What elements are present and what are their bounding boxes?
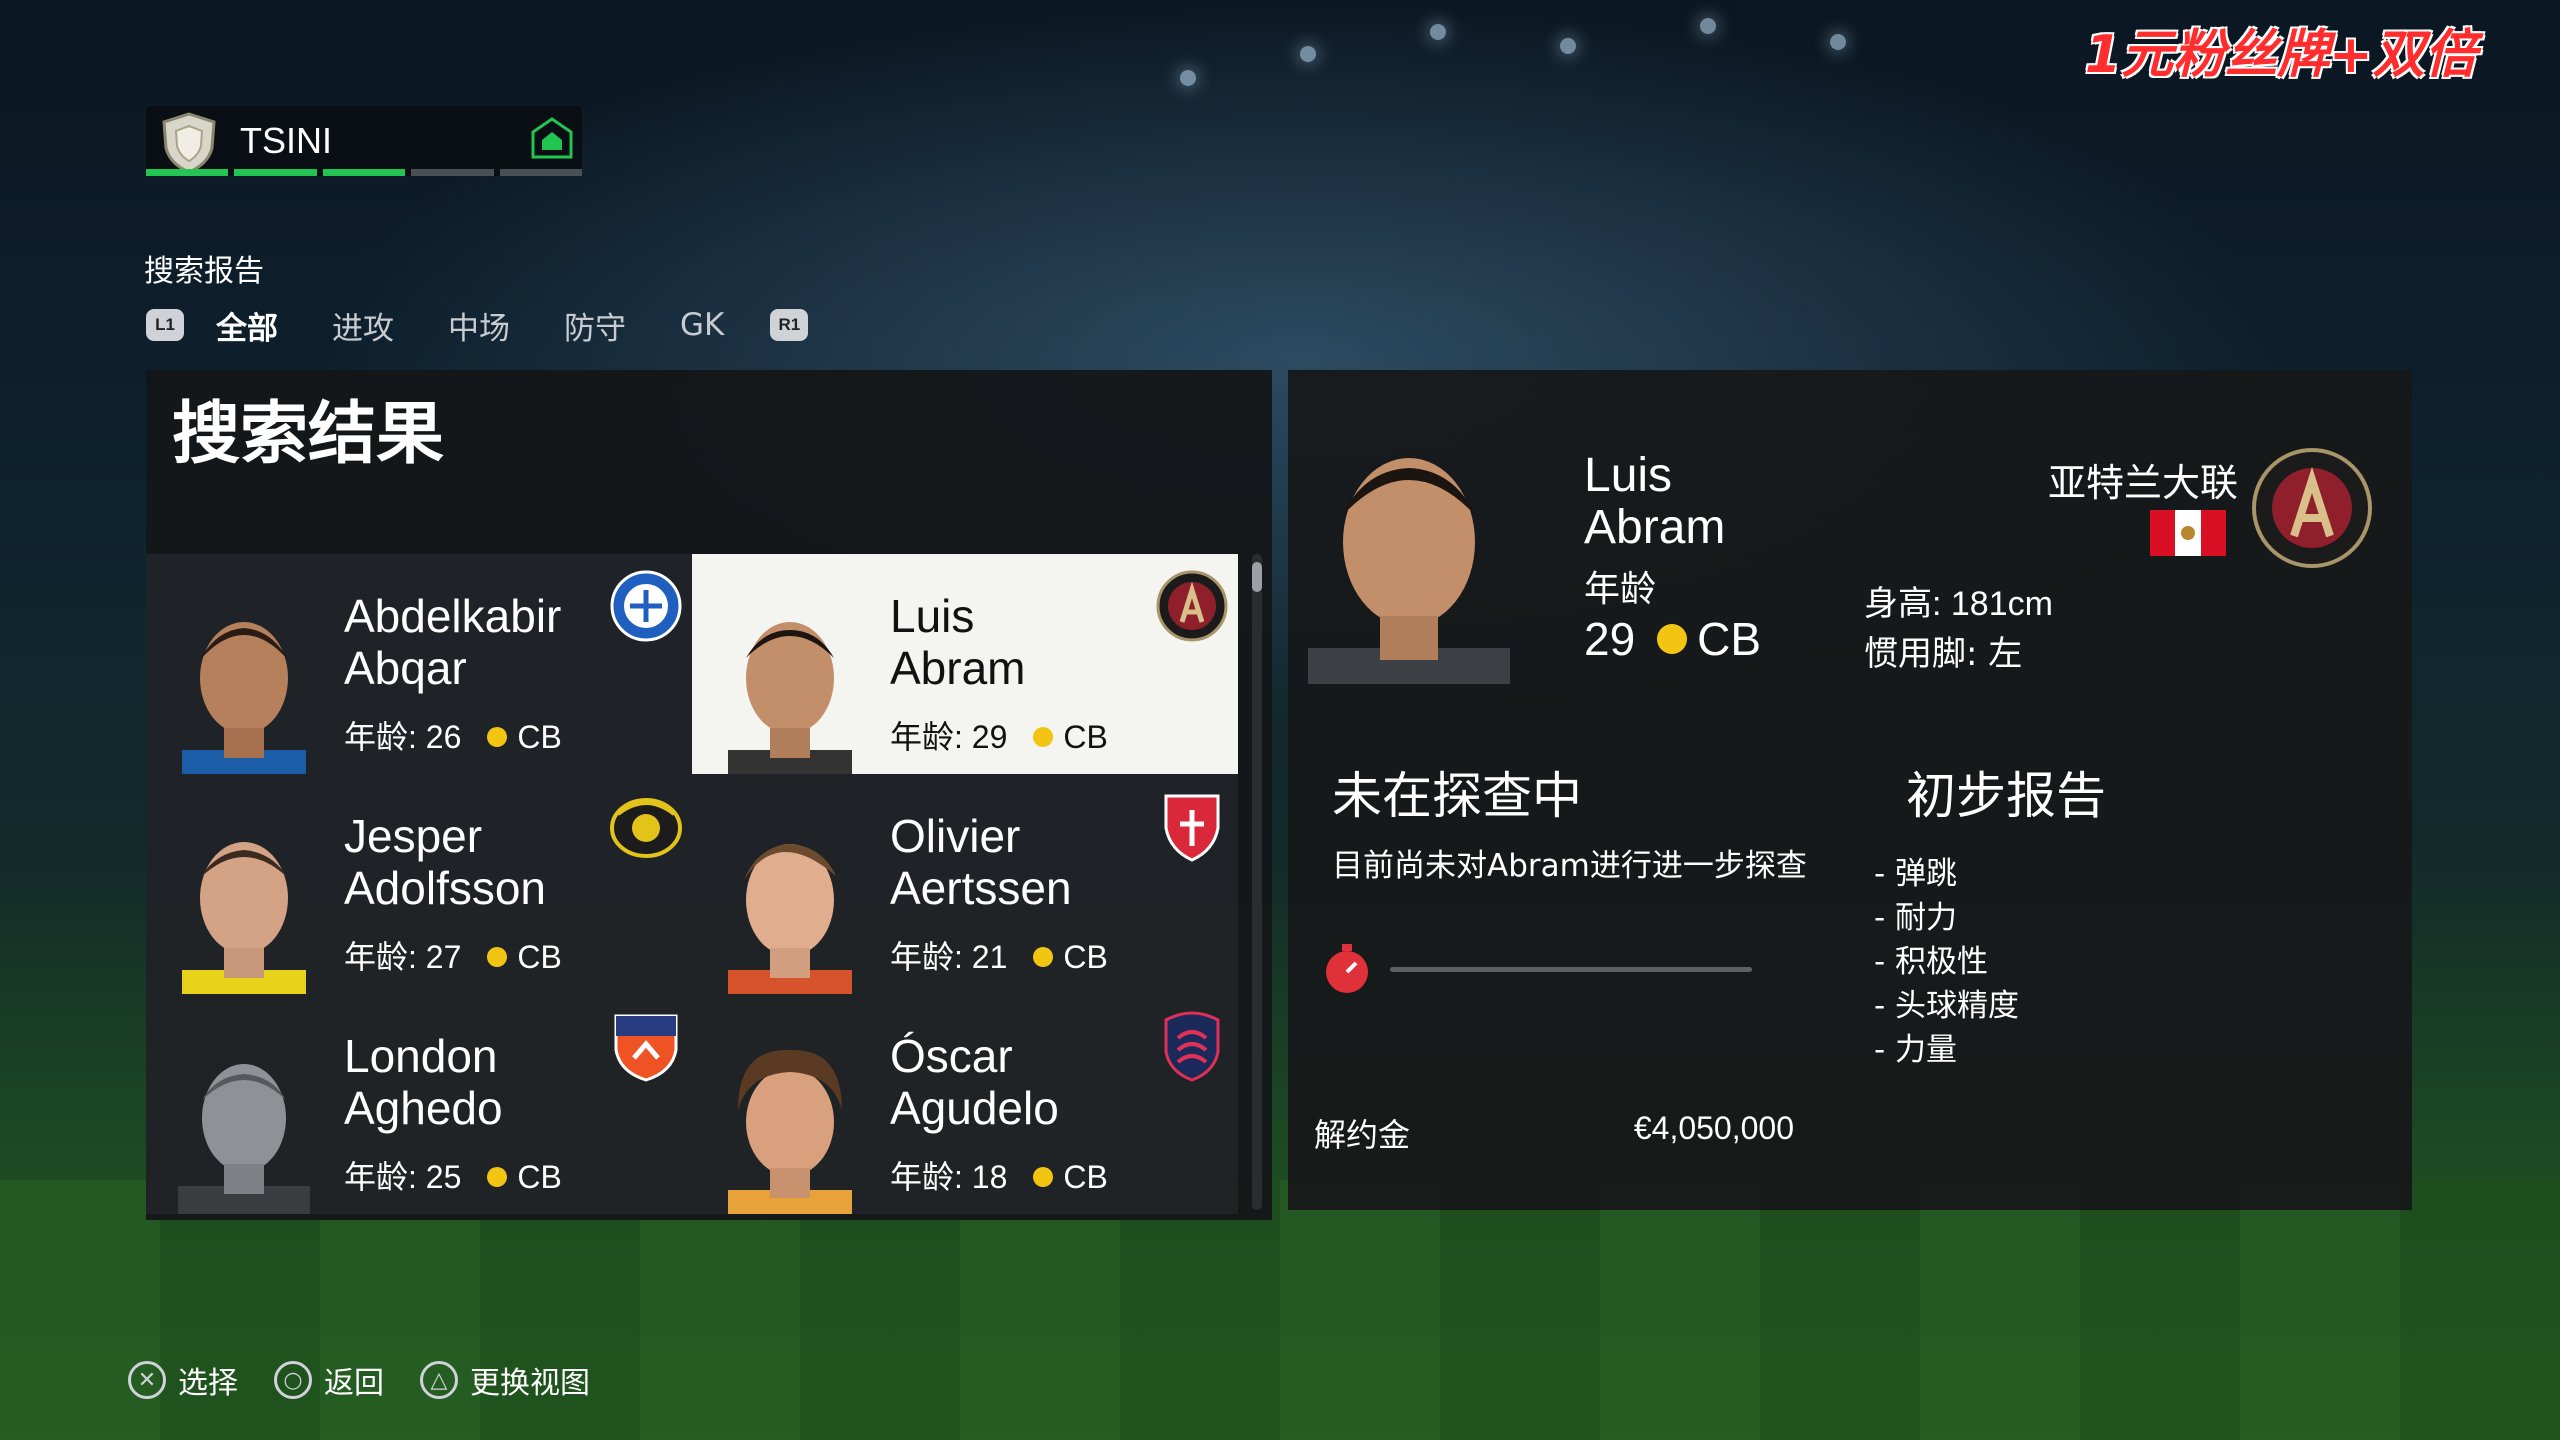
player-name: Olivier Aertssen: [890, 810, 1072, 914]
player-name: Luis Abram: [890, 590, 1026, 694]
shield-crest-icon: [162, 112, 216, 174]
position-dot: [1657, 623, 1688, 654]
player-portrait: [728, 1049, 852, 1214]
atlanta-united-crest-icon: [2252, 448, 2372, 568]
position-dot: [487, 726, 508, 747]
stadium-light: [1830, 34, 1846, 50]
player-portrait: [182, 622, 306, 774]
player-detail-panel: Luis Abram 年龄 29 CB 亚特兰大联 身高: 181cm 惯用脚: 左…: [1288, 370, 2412, 1210]
detail-age-label: 年龄: [1584, 569, 1657, 610]
club-card: TSINI: [146, 106, 583, 176]
select-prompt[interactable]: ✕ 选择: [128, 1358, 238, 1402]
player-portrait: [182, 842, 306, 994]
club-name: TSINI: [240, 120, 333, 161]
position-dot: [1033, 1166, 1054, 1187]
scout-status: 未在探查中: [1332, 767, 1582, 825]
release-clause-label: 解约金: [1314, 1116, 1411, 1154]
player-card[interactable]: Óscar Agudelo 年龄: 18 CB: [692, 994, 1238, 1214]
stream-watermark: 1元粉丝牌+双倍: [2085, 25, 2477, 85]
player-name: London Aghedo: [344, 1030, 503, 1134]
position-dot: [487, 1166, 508, 1187]
position-dot: [1033, 726, 1054, 747]
mjallby-crest-icon: [610, 798, 682, 858]
stadium-light: [1700, 18, 1716, 34]
report-item: 积极性: [1874, 940, 2019, 984]
detail-preferred-foot: 惯用脚: 左: [1864, 634, 2023, 674]
button-prompts: ✕ 选择 ○ 返回 △ 更换视图: [128, 1358, 626, 1402]
player-name: Abdelkabir Abqar: [344, 590, 562, 694]
player-name: Jesper Adolfsson: [344, 810, 547, 914]
player-name: Óscar Agudelo: [890, 1030, 1059, 1134]
tab-gk[interactable]: GK: [680, 307, 724, 343]
change-view-prompt[interactable]: △ 更换视图: [420, 1358, 590, 1402]
player-age-position: 年龄: 21 CB: [890, 939, 1108, 975]
player-card[interactable]: Olivier Aertssen 年龄: 21 CB: [692, 774, 1238, 994]
back-prompt[interactable]: ○ 返回: [274, 1358, 384, 1402]
player-age-position: 年龄: 18 CB: [890, 1159, 1108, 1195]
monza-crest-icon: [1164, 794, 1220, 862]
player-age-position: 年龄: 26 CB: [344, 719, 562, 755]
tab-all[interactable]: 全部: [216, 303, 278, 348]
results-scrollbar[interactable]: [1252, 554, 1262, 1210]
detail-player-name: Luis Abram: [1584, 449, 1726, 554]
report-item: 力量: [1874, 1028, 2019, 1072]
cross-button-icon: ✕: [128, 1361, 166, 1399]
stadium-light: [1300, 46, 1316, 62]
stadium-light: [1430, 24, 1446, 40]
report-title: 初步报告: [1906, 767, 2106, 825]
report-item: 耐力: [1874, 896, 2019, 940]
section-label: 搜索报告: [144, 254, 264, 289]
stadium-light: [1560, 38, 1576, 54]
tab-defense[interactable]: 防守: [564, 303, 626, 348]
detail-height: 身高: 181cm: [1864, 585, 2053, 623]
player-card-selected[interactable]: Luis Abram 年龄: 29 CB: [692, 554, 1238, 774]
player-silhouette: [178, 1064, 310, 1214]
l1-button[interactable]: L1: [146, 309, 184, 341]
player-portrait-large: [1308, 458, 1510, 684]
release-clause-value: €4,050,000: [1633, 1110, 1794, 1146]
player-age-position: 年龄: 25 CB: [344, 1159, 562, 1195]
scrollbar-thumb[interactable]: [1252, 562, 1262, 592]
stadium-light: [1180, 70, 1196, 86]
player-portrait: [728, 844, 852, 994]
st-louis-city-crest-icon: [1164, 1011, 1220, 1082]
tab-midfield[interactable]: 中场: [448, 303, 510, 348]
stopwatch-icon: [1326, 944, 1368, 993]
position-dot: [1033, 946, 1054, 967]
fc-cincinnati-crest-icon: [614, 1014, 678, 1082]
player-card[interactable]: Jesper Adolfsson 年龄: 27 CB: [146, 774, 692, 994]
player-card[interactable]: Abdelkabir Abqar 年龄: 26 CB: [146, 554, 692, 774]
r1-button[interactable]: R1: [770, 309, 809, 341]
circle-button-icon: ○: [274, 1361, 312, 1399]
player-age-position: 年龄: 29 CB: [890, 719, 1108, 755]
player-card[interactable]: London Aghedo 年龄: 25 CB: [146, 994, 692, 1214]
tab-attack[interactable]: 进攻: [332, 303, 394, 348]
atlanta-united-crest-icon: [1156, 570, 1228, 642]
player-portrait: [728, 622, 852, 774]
detail-club-name: 亚特兰大联: [2047, 461, 2238, 505]
report-item: 头球精度: [1874, 984, 2019, 1028]
triangle-button-icon: △: [420, 1361, 458, 1399]
scout-description: 目前尚未对Abram进行进一步探查: [1332, 848, 1807, 884]
report-item: 弹跳: [1874, 852, 2019, 896]
position-dot: [487, 946, 508, 967]
scout-progress-bar: [1390, 967, 1752, 972]
results-title: 搜索结果: [172, 395, 445, 474]
search-results-panel: 搜索结果 Abdelkabir Abqar 年龄: 26 CB Luis Abr…: [146, 370, 1272, 1220]
peru-flag-icon: [2150, 510, 2226, 556]
detail-age-position: 29 CB: [1584, 613, 1762, 665]
club-progress-bars: [146, 169, 583, 176]
report-list: 弹跳 耐力 积极性 头球精度 力量: [1874, 852, 2019, 1072]
alaves-crest-icon: [610, 570, 682, 642]
player-age-position: 年龄: 27 CB: [344, 939, 562, 975]
filter-tabs: L1 全部 进攻 中场 防守 GK R1: [146, 300, 809, 350]
home-icon: [531, 117, 573, 159]
